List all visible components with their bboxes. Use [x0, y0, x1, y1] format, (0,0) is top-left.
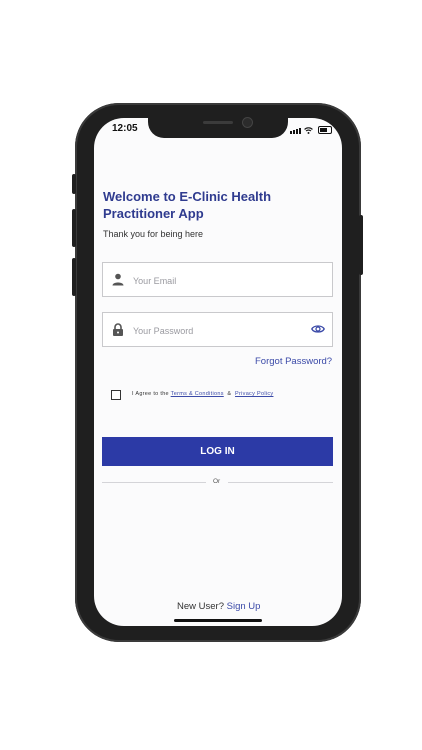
- phone-volume-down: [72, 258, 76, 296]
- agree-prefix: I Agree to the: [132, 391, 169, 397]
- phone-speaker: [203, 121, 233, 124]
- email-field[interactable]: [102, 262, 333, 297]
- home-indicator[interactable]: [174, 619, 262, 622]
- new-user-text: New User?: [177, 601, 224, 612]
- battery-icon: [318, 126, 332, 134]
- password-field[interactable]: [102, 312, 333, 347]
- phone-power-button: [359, 215, 363, 275]
- status-time: 12:05: [112, 123, 138, 134]
- phone-mute-switch: [72, 174, 76, 194]
- header-band: [94, 150, 342, 178]
- or-divider-left: [102, 482, 206, 483]
- agree-checkbox[interactable]: [111, 390, 121, 400]
- email-input[interactable]: [131, 271, 305, 291]
- signal-icon: [290, 128, 301, 134]
- login-button[interactable]: LOG IN: [102, 437, 333, 466]
- or-divider-right: [228, 482, 333, 483]
- agree-joiner: &: [227, 391, 232, 397]
- wifi-icon: [304, 127, 313, 134]
- password-input[interactable]: [131, 321, 305, 341]
- signup-row: New User? Sign Up: [177, 601, 260, 612]
- welcome-subtitle: Thank you for being here: [103, 229, 204, 239]
- phone-volume-up: [72, 209, 76, 247]
- person-icon: [112, 273, 124, 286]
- phone-camera: [242, 117, 253, 128]
- privacy-link[interactable]: Privacy Policy: [235, 391, 273, 397]
- terms-link[interactable]: Terms & Conditions: [171, 391, 224, 397]
- or-text: Or: [213, 478, 221, 485]
- status-icons: [290, 126, 332, 134]
- welcome-title: Welcome to E-Clinic Health Practitioner …: [103, 189, 272, 221]
- agree-text: I Agree to the Terms & Conditions & Priv…: [132, 391, 273, 397]
- sign-up-link[interactable]: Sign Up: [227, 601, 261, 612]
- lock-icon: [113, 323, 123, 336]
- forgot-password-link[interactable]: Forgot Password?: [255, 356, 332, 367]
- eye-icon[interactable]: [311, 324, 325, 334]
